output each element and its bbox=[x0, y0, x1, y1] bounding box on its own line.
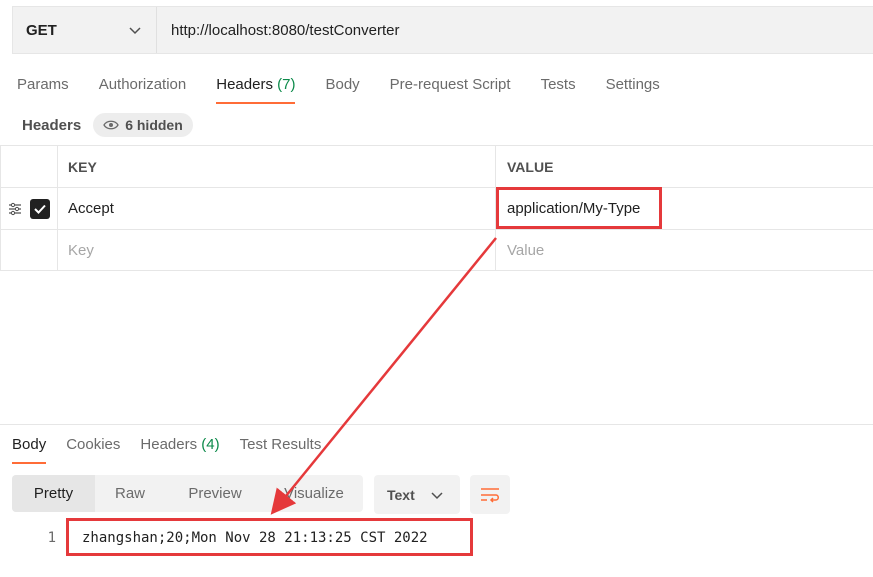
tab-label: Authorization bbox=[98, 76, 187, 93]
method-label: GET bbox=[26, 21, 57, 39]
pane-divider[interactable] bbox=[0, 424, 873, 425]
view-visualize-button[interactable]: Visualize bbox=[265, 475, 363, 512]
view-mode-segment: Pretty Raw Preview Visualize bbox=[12, 475, 363, 512]
eye-icon bbox=[103, 120, 119, 130]
tab-settings[interactable]: Settings bbox=[606, 73, 660, 105]
format-select[interactable]: Text bbox=[374, 475, 460, 514]
chevron-down-icon bbox=[431, 491, 443, 499]
tab-count: (7) bbox=[277, 76, 296, 93]
tab-label: Cookies bbox=[66, 436, 121, 453]
header-key-cell[interactable]: Accept bbox=[58, 188, 496, 229]
headers-table: KEY VALUE Accept application/My-Type Key… bbox=[0, 145, 873, 271]
tab-label: Body bbox=[325, 76, 360, 93]
wrap-lines-button[interactable] bbox=[470, 475, 510, 514]
tab-params[interactable]: Params bbox=[17, 73, 69, 105]
view-pretty-button[interactable]: Pretty bbox=[12, 475, 95, 512]
tab-count: (4) bbox=[201, 436, 220, 453]
tab-test-results[interactable]: Test Results bbox=[240, 434, 322, 466]
tab-response-body[interactable]: Body bbox=[12, 434, 47, 466]
row-controls bbox=[0, 188, 58, 229]
drag-handle-icon[interactable] bbox=[8, 202, 22, 216]
tab-body[interactable]: Body bbox=[325, 73, 359, 105]
response-tabs: Body Cookies Headers (4) Test Results bbox=[12, 434, 341, 466]
tab-headers[interactable]: Headers (7) bbox=[216, 73, 296, 105]
tab-tests[interactable]: Tests bbox=[541, 73, 576, 105]
headers-subheader: Headers 6 hidden bbox=[22, 113, 193, 137]
tab-authorization[interactable]: Authorization bbox=[99, 73, 187, 105]
table-header-row: KEY VALUE bbox=[0, 145, 873, 187]
tab-label: Headers bbox=[216, 76, 273, 93]
tab-response-headers[interactable]: Headers (4) bbox=[140, 434, 219, 466]
tab-label: Tests bbox=[540, 76, 576, 93]
annotation-box-response bbox=[66, 518, 473, 556]
url-bar: GET http://localhost:8080/testConverter bbox=[12, 6, 873, 54]
hidden-headers-toggle[interactable]: 6 hidden bbox=[93, 113, 193, 137]
view-raw-button[interactable]: Raw bbox=[95, 475, 165, 512]
row-enabled-checkbox[interactable] bbox=[30, 198, 50, 219]
key-column-header: KEY bbox=[58, 146, 496, 187]
tab-response-cookies[interactable]: Cookies bbox=[66, 434, 120, 466]
view-preview-button[interactable]: Preview bbox=[165, 475, 265, 512]
url-input[interactable]: http://localhost:8080/testConverter bbox=[157, 22, 399, 39]
tab-label: Pre-request Script bbox=[389, 76, 511, 93]
tab-pre-request-script[interactable]: Pre-request Script bbox=[390, 73, 511, 105]
chevron-down-icon bbox=[129, 27, 141, 35]
handle-column-header bbox=[0, 146, 58, 187]
format-label: Text bbox=[387, 486, 415, 503]
table-row-empty: Key Value bbox=[0, 229, 873, 271]
value-input[interactable]: Value bbox=[496, 230, 873, 270]
headers-label: Headers bbox=[22, 116, 82, 134]
hidden-count: 6 hidden bbox=[125, 117, 183, 133]
method-select[interactable]: GET bbox=[13, 7, 157, 53]
table-row: Accept application/My-Type bbox=[0, 187, 873, 229]
wrap-lines-icon bbox=[481, 487, 499, 503]
row-controls bbox=[0, 230, 58, 270]
annotation-box-value bbox=[496, 187, 662, 229]
tab-label: Settings bbox=[605, 76, 660, 93]
tab-label: Body bbox=[12, 436, 47, 453]
line-number: 1 bbox=[47, 530, 56, 546]
tab-label: Params bbox=[17, 76, 69, 93]
key-input[interactable]: Key bbox=[58, 230, 496, 270]
request-tabs: Params Authorization Headers (7) Body Pr… bbox=[17, 73, 690, 105]
tab-label: Test Results bbox=[239, 436, 322, 453]
checkmark-icon bbox=[34, 204, 46, 214]
value-column-header: VALUE bbox=[507, 158, 554, 175]
tab-label: Headers bbox=[140, 436, 198, 453]
